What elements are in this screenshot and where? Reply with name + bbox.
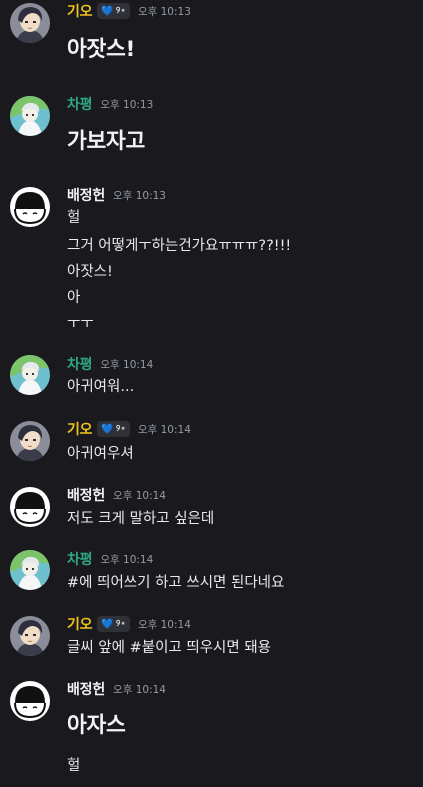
message-text: 그거 어떻게ㅜ하는건가요ㅠㅠㅠ??!!! [67, 238, 292, 254]
timestamp[interactable]: 오후 10:13 [138, 4, 191, 19]
message-text: #에 띄어쓰기 하고 쓰시면 된다네요 [67, 575, 285, 591]
avatar-baejungheon[interactable] [10, 681, 50, 721]
author-name[interactable]: 차평 [67, 94, 93, 114]
timestamp[interactable]: 오후 10:14 [138, 422, 191, 437]
avatar-baejungheon[interactable] [10, 187, 50, 227]
avatar-chapyeong[interactable] [10, 96, 50, 136]
message-header: 배정헌 오후 10:14 [67, 485, 166, 505]
message-header: 기오 💙 ୨⋆ 오후 10:13 [67, 1, 191, 21]
message-text: 헐 [67, 758, 81, 774]
message-text: 아잣스! [67, 37, 135, 62]
avatar-kio[interactable] [10, 616, 50, 656]
timestamp[interactable]: 오후 10:14 [100, 552, 153, 567]
avatar-baejungheon[interactable] [10, 487, 50, 527]
timestamp[interactable]: 오후 10:14 [100, 357, 153, 372]
author-name[interactable]: 기오 [67, 1, 93, 21]
message-header: 차평 오후 10:14 [67, 549, 153, 569]
avatar-kio[interactable] [10, 421, 50, 461]
author-name[interactable]: 기오 [67, 614, 93, 634]
message-text: 저도 크게 말하고 싶은데 [67, 511, 215, 527]
message-text: 가보자고 [67, 129, 145, 154]
sparkle-icon: ୨⋆ [115, 6, 126, 16]
message-header: 차평 오후 10:13 [67, 94, 153, 114]
author-name[interactable]: 배정헌 [67, 485, 105, 505]
heart-icon: 💙 [101, 5, 114, 17]
author-name[interactable]: 기오 [67, 419, 93, 439]
sparkle-icon: ୨⋆ [115, 424, 126, 434]
message-header: 기오 💙 ୨⋆ 오후 10:14 [67, 614, 191, 634]
message-header: 기오 💙 ୨⋆ 오후 10:14 [67, 419, 191, 439]
message-header: 차평 오후 10:14 [67, 354, 153, 374]
role-badge[interactable]: 💙 ୨⋆ [97, 616, 130, 632]
timestamp[interactable]: 오후 10:14 [113, 682, 166, 697]
message-text: 아 [67, 290, 81, 306]
message-text: 아잣스! [67, 264, 113, 280]
timestamp[interactable]: 오후 10:13 [100, 97, 153, 112]
role-badge[interactable]: 💙 ୨⋆ [97, 3, 130, 19]
avatar-kio[interactable] [10, 3, 50, 43]
avatar-chapyeong[interactable] [10, 550, 50, 590]
author-name[interactable]: 차평 [67, 354, 93, 374]
sparkle-icon: ୨⋆ [115, 619, 126, 629]
message-text: 아귀여우셔 [67, 446, 134, 462]
author-name[interactable]: 차평 [67, 549, 93, 569]
timestamp[interactable]: 오후 10:14 [113, 488, 166, 503]
timestamp[interactable]: 오후 10:14 [138, 617, 191, 632]
role-badge[interactable]: 💙 ୨⋆ [97, 421, 130, 437]
message-text: 아귀여워... [67, 379, 135, 395]
message-header: 배정헌 오후 10:13 [67, 185, 166, 205]
heart-icon: 💙 [101, 423, 114, 435]
timestamp[interactable]: 오후 10:13 [113, 188, 166, 203]
author-name[interactable]: 배정헌 [67, 679, 105, 699]
message-text: 헐 [67, 210, 81, 226]
author-name[interactable]: 배정헌 [67, 185, 105, 205]
avatar-chapyeong[interactable] [10, 355, 50, 395]
message-header: 배정헌 오후 10:14 [67, 679, 166, 699]
message-text: 아자스 [67, 713, 126, 738]
message-text: 글씨 앞에 #붙이고 띄우시면 돼용 [67, 640, 272, 656]
message-text: ㅜㅜ [67, 316, 94, 332]
heart-icon: 💙 [101, 618, 114, 630]
